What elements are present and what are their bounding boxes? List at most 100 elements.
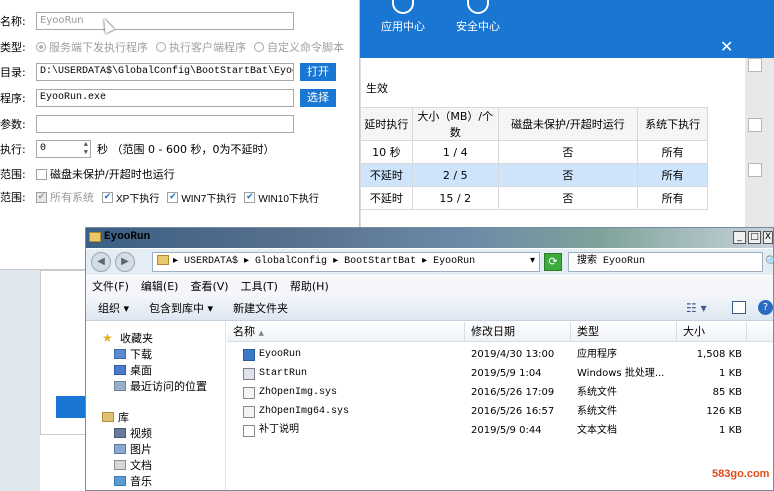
params-input[interactable] (36, 115, 294, 133)
file-name: ZhOpenImg64.sys (243, 402, 463, 422)
menu-file[interactable]: 文件(F) (92, 278, 129, 294)
close-icon[interactable]: ✕ (720, 37, 733, 56)
star-icon: ★ (102, 331, 113, 345)
col-delay: 延时执行 (360, 107, 413, 141)
maximize-button[interactable]: □ (748, 231, 761, 244)
file-name-text: 补丁说明 (259, 425, 299, 436)
menu-help[interactable]: 帮助(H) (290, 278, 329, 294)
program-input[interactable]: EyooRun.exe (36, 89, 294, 107)
explorer-titlebar[interactable]: EyooRun _ □ X (86, 228, 773, 248)
menu-edit[interactable]: 编辑(E) (141, 278, 179, 294)
nav-label: 文档 (130, 459, 152, 472)
system-file-icon (243, 387, 255, 399)
disk-unprotected-checkbox[interactable]: 磁盘未保护/开超时也运行 (36, 166, 175, 182)
type-option-script[interactable]: 自定义命令脚本 (254, 39, 344, 55)
new-folder-button[interactable]: 新建文件夹 (233, 300, 288, 316)
minimize-button[interactable]: _ (733, 231, 746, 244)
spinner-arrows-icon[interactable]: ▲ ▼ (84, 141, 88, 157)
address-bar[interactable]: ▸ USERDATA$ ▸ GlobalConfig ▸ BootStartBa… (152, 252, 540, 272)
system-win10-checkbox[interactable]: ✔ WIN10下执行 (244, 190, 319, 205)
organize-button[interactable]: 组织 ▾ (98, 300, 129, 316)
nav-label: 收藏夹 (120, 332, 153, 345)
back-button[interactable]: ◀ (91, 252, 111, 272)
view-options-icon[interactable]: ☷ ▾ (686, 301, 707, 315)
table-row-selected[interactable]: 不延时 2 / 5 否 所有 (360, 163, 708, 187)
file-name: StartRun (243, 364, 463, 384)
folder-icon (89, 232, 101, 242)
text-file-icon (243, 425, 255, 437)
checkbox-checked-icon: ✔ (244, 191, 256, 203)
cell: 否 (497, 186, 639, 210)
system-all-checkbox[interactable]: ✔ 所有系统 (36, 189, 94, 205)
menu-view[interactable]: 查看(V) (190, 278, 228, 294)
col-size: 大小（MB）/个数 (411, 107, 499, 141)
type-option-label: 自定义命令脚本 (267, 41, 344, 54)
table-row[interactable]: 10 秒 1 / 4 否 所有 (360, 140, 708, 164)
column-size[interactable]: 大小 (677, 322, 747, 342)
select-button[interactable]: 选择 (300, 89, 336, 107)
type-option-label: 执行客户端程序 (169, 41, 246, 54)
sort-ascending-icon: ▲ (258, 329, 264, 337)
search-icon[interactable]: 🔍 (765, 255, 774, 268)
type-option-server[interactable]: 服务端下发执行程序 (36, 39, 148, 55)
column-type[interactable]: 类型 (571, 322, 677, 342)
file-size: 85 KB (712, 387, 742, 398)
file-name: ZhOpenImg.sys (243, 383, 463, 403)
nav-label: 库 (118, 411, 129, 424)
nav-documents[interactable]: 文档 (114, 457, 152, 473)
nav-recent-places[interactable]: 最近访问的位置 (114, 378, 207, 394)
close-button[interactable]: X (763, 231, 773, 244)
nav-music[interactable]: 音乐 (114, 473, 152, 489)
search-input[interactable]: 搜索 EyooRun (568, 252, 763, 272)
left-blue-button[interactable] (56, 396, 86, 418)
column-date[interactable]: 修改日期 (465, 322, 571, 342)
file-name: EyooRun (243, 345, 463, 365)
system-win7-checkbox[interactable]: ✔ WIN7下执行 (167, 190, 236, 205)
menu-tools[interactable]: 工具(T) (241, 278, 278, 294)
nav-pictures[interactable]: 图片 (114, 441, 152, 457)
left-background (0, 270, 40, 491)
file-size: 1 KB (719, 425, 742, 436)
include-in-library-button[interactable]: 包含到库中 ▾ (149, 300, 213, 316)
nav-desktop[interactable]: 桌面 (114, 362, 152, 378)
delay-stepper[interactable]: 0 ▲ ▼ (36, 140, 91, 158)
nav-downloads[interactable]: 下载 (114, 346, 152, 362)
file-date: 2019/5/9 1:04 (471, 368, 542, 379)
delay-label: 执行: (0, 143, 26, 156)
name-input[interactable]: EyooRun (36, 12, 294, 30)
nav-favorites[interactable]: ★ 收藏夹 (102, 330, 153, 346)
file-size: 1 KB (719, 368, 742, 379)
file-row[interactable]: StartRun 2019/5/9 1:04 Windows 批处理... 1 … (227, 364, 773, 384)
cell: 不延时 (360, 163, 413, 187)
file-row[interactable]: 补丁说明 2019/5/9 0:44 文本文档 1 KB (227, 421, 773, 441)
nav-label: 图片 (130, 443, 152, 456)
table-row[interactable]: 不延时 15 / 2 否 所有 (360, 186, 708, 210)
type-option-client[interactable]: 执行客户端程序 (156, 39, 246, 55)
nav-videos[interactable]: 视频 (114, 425, 152, 441)
file-row[interactable]: ZhOpenImg.sys 2016/5/26 17:09 系统文件 85 KB (227, 383, 773, 403)
system-xp-checkbox[interactable]: ✔ XP下执行 (102, 190, 159, 205)
nav-libraries[interactable]: 库 (102, 409, 129, 425)
column-name[interactable]: 名称 ▲ (227, 322, 465, 342)
dir-input[interactable]: D:\USERDATA$\GlobalConfig\BootStartBat\E… (36, 63, 294, 81)
refresh-button[interactable]: ⟳ (544, 253, 562, 271)
forward-button[interactable]: ▶ (115, 252, 135, 272)
radio-icon (36, 42, 46, 52)
file-row[interactable]: ZhOpenImg64.sys 2016/5/26 16:57 系统文件 126… (227, 402, 773, 422)
preview-pane-icon[interactable] (732, 301, 746, 314)
type-row: 类型: 服务端下发执行程序 执行客户端程序 自定义命令脚本 (0, 37, 352, 57)
open-button[interactable]: 打开 (300, 63, 336, 81)
cell: 2 / 5 (411, 163, 499, 187)
col-system: 系统下执行 (637, 107, 708, 141)
library-icon (102, 412, 114, 422)
name-row: 名称: EyooRun (0, 11, 294, 31)
chevron-down-icon[interactable]: ▾ (530, 253, 535, 271)
file-date: 2019/4/30 13:00 (471, 349, 555, 360)
help-icon[interactable]: ? (758, 300, 773, 315)
column-label: 名称 (233, 325, 255, 338)
nav-label: 最近访问的位置 (130, 380, 207, 393)
file-row[interactable]: EyooRun 2019/4/30 13:00 应用程序 1,508 KB (227, 345, 773, 365)
col-disk: 磁盘未保护/开超时运行 (497, 107, 639, 141)
cell: 不延时 (360, 186, 413, 210)
name-label: 名称: (0, 15, 26, 28)
